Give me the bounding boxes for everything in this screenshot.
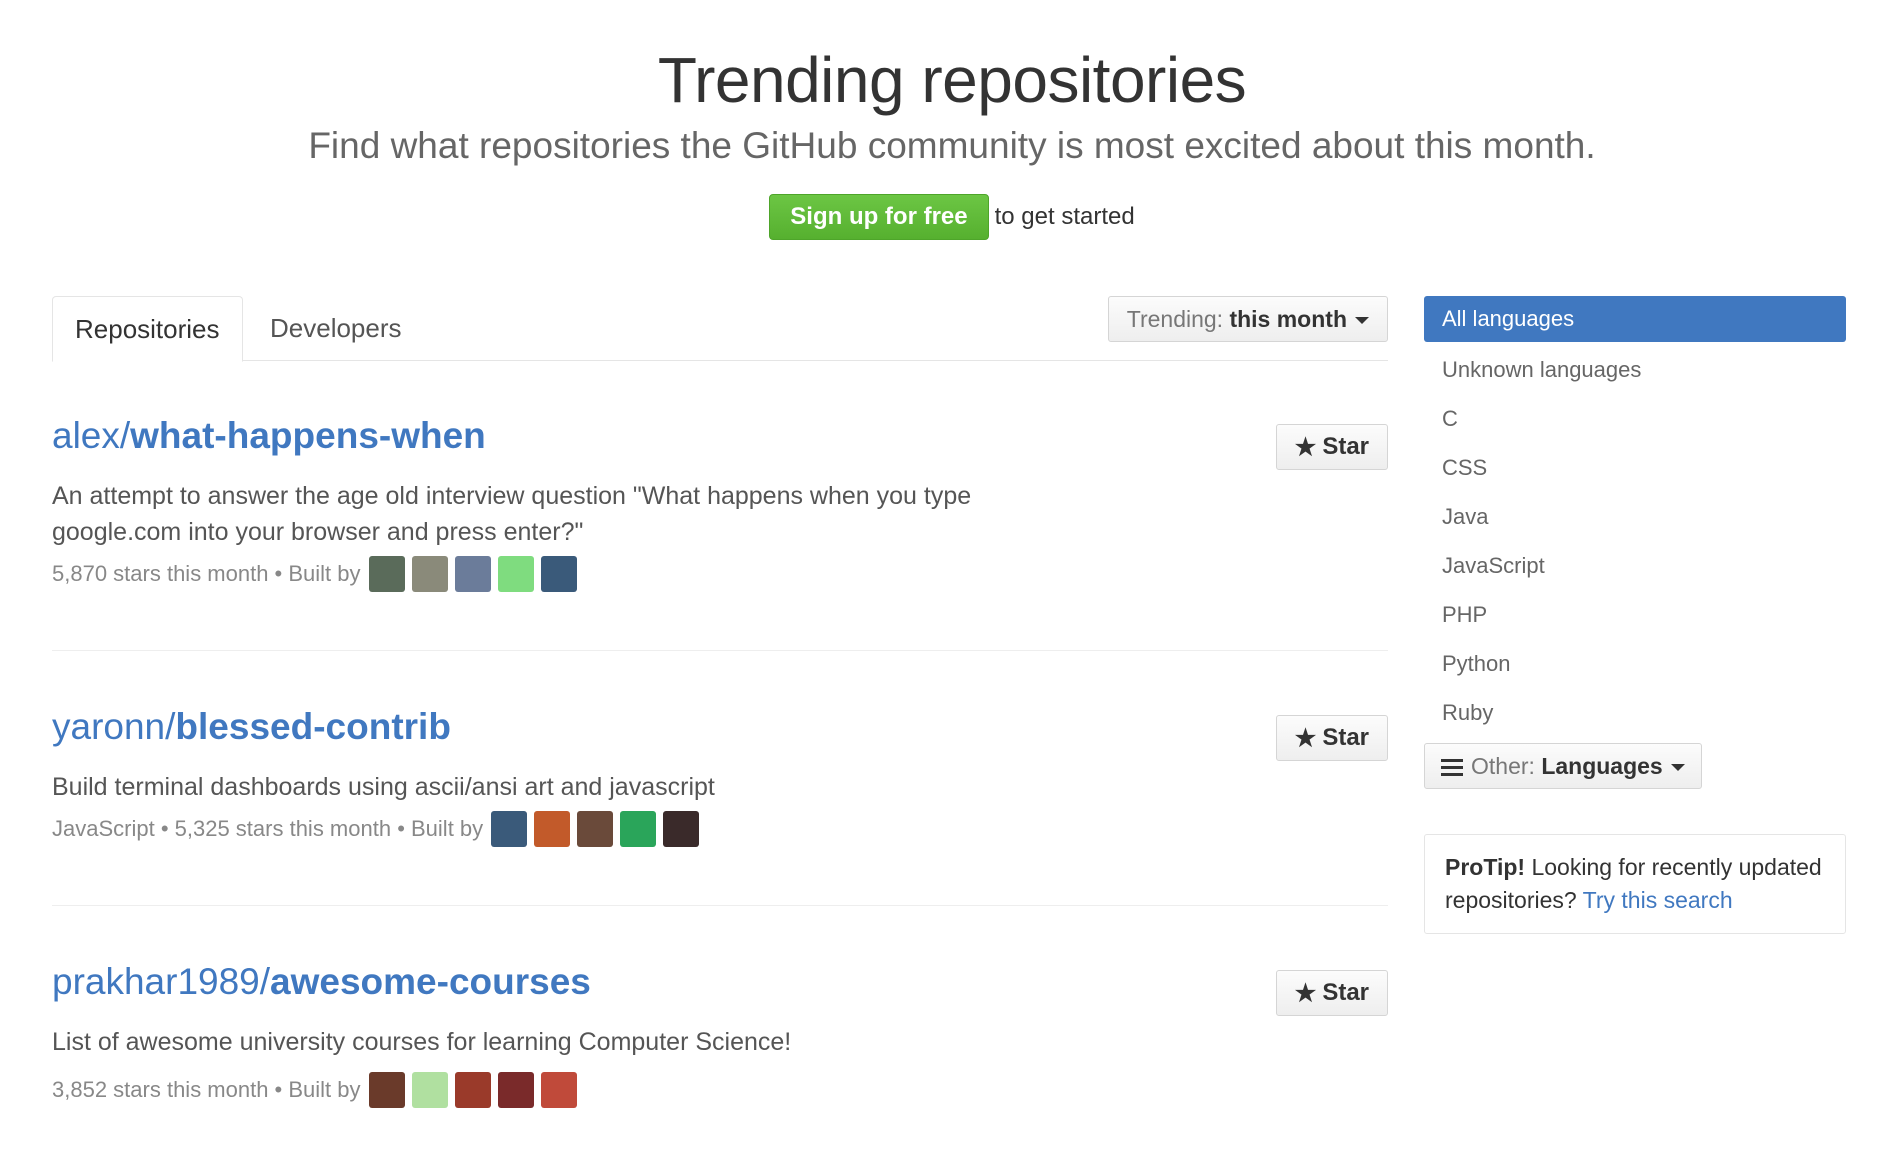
avatar[interactable]	[497, 556, 534, 592]
star-label: Star	[1322, 724, 1369, 751]
repo-name: blessed-contrib	[175, 706, 451, 747]
repo-description: An attempt to answer the age old intervi…	[52, 482, 972, 546]
language-item-css[interactable]: CSS	[1424, 443, 1846, 492]
signup-tail-text: to get started	[994, 202, 1135, 230]
repo-description: Build terminal dashboards using ascii/an…	[52, 773, 715, 801]
signup-button[interactable]: Sign up for free	[769, 193, 989, 240]
repo-list: alex/what-happens-when ★ Star An attempt …	[52, 360, 1388, 1156]
language-item-unknown[interactable]: Unknown languages	[1424, 345, 1846, 394]
caret-down-icon	[1355, 317, 1369, 325]
language-item-all[interactable]: All languages	[1424, 296, 1846, 342]
repo-meta-text: JavaScript • 5,325 stars this month • Bu…	[52, 816, 484, 841]
avatar[interactable]	[411, 1072, 448, 1108]
other-value: Languages	[1541, 753, 1663, 779]
trending-period-dropdown[interactable]: Trending: this month	[1107, 296, 1388, 342]
language-item-javascript[interactable]: JavaScript	[1424, 541, 1846, 590]
repo-meta-text: 5,870 stars this month • Built by	[52, 561, 361, 586]
protip-search-link[interactable]: Try this search	[1583, 887, 1733, 913]
avatar[interactable]	[454, 1072, 491, 1108]
tab-developers[interactable]: Developers	[248, 296, 424, 360]
repo-meta: 3,852 stars this month • Built by	[52, 1072, 584, 1108]
repo-item: yaronn/blessed-contrib ★ Star Build termi…	[52, 651, 1388, 906]
language-item-php[interactable]: PHP	[1424, 590, 1846, 639]
avatar[interactable]	[540, 556, 577, 592]
contributor-avatars	[368, 1072, 584, 1108]
avatar[interactable]	[577, 811, 614, 847]
repo-owner: yaronn/	[52, 706, 176, 747]
star-icon: ★	[1294, 434, 1317, 461]
star-icon: ★	[1294, 725, 1317, 752]
main-content: Repositories Developers Trending: this m…	[52, 296, 1388, 1108]
protip-label: ProTip!	[1445, 854, 1526, 880]
signup-row: Sign up for free to get started	[0, 192, 1904, 241]
avatar[interactable]	[663, 811, 700, 847]
contributor-avatars	[491, 811, 706, 847]
repo-link[interactable]: yaronn/blessed-contrib	[52, 705, 451, 749]
repo-link[interactable]: alex/what-happens-when	[52, 414, 486, 458]
language-item-java[interactable]: Java	[1424, 492, 1846, 541]
repo-name: what-happens-when	[130, 415, 486, 456]
language-item-python[interactable]: Python	[1424, 639, 1846, 688]
repo-meta: 5,870 stars this month • Built by	[52, 556, 584, 592]
star-button[interactable]: ★ Star	[1275, 970, 1388, 1016]
avatar[interactable]	[411, 556, 448, 592]
avatar[interactable]	[368, 1072, 405, 1108]
other-languages-dropdown[interactable]: Other: Languages	[1424, 743, 1702, 789]
language-list: All languages Unknown languages C CSS Ja…	[1424, 296, 1846, 737]
language-item-c[interactable]: C	[1424, 394, 1846, 443]
other-prefix: Other:	[1471, 753, 1535, 779]
avatar[interactable]	[497, 1072, 534, 1108]
tab-bar: Repositories Developers Trending: this m…	[52, 296, 1388, 362]
repo-item: alex/what-happens-when ★ Star An attempt …	[52, 360, 1388, 651]
avatar[interactable]	[368, 556, 405, 592]
repo-item: prakhar1989/awesome-courses ★ Star List o…	[52, 906, 1388, 1156]
caret-down-icon	[1670, 764, 1685, 772]
avatar[interactable]	[534, 811, 571, 847]
repo-owner: prakhar1989/	[52, 961, 271, 1002]
period-prefix: Trending:	[1126, 306, 1224, 332]
repo-meta-text: 3,852 stars this month • Built by	[52, 1077, 361, 1102]
star-label: Star	[1322, 979, 1369, 1006]
star-button[interactable]: ★ Star	[1275, 424, 1388, 470]
language-item-ruby[interactable]: Ruby	[1424, 688, 1846, 737]
list-icon	[1441, 758, 1463, 776]
repo-name: awesome-courses	[270, 961, 591, 1002]
repo-link[interactable]: prakhar1989/awesome-courses	[52, 960, 591, 1004]
star-icon: ★	[1294, 980, 1317, 1007]
period-value: this month	[1229, 306, 1347, 332]
language-sidebar: All languages Unknown languages C CSS Ja…	[1424, 296, 1846, 934]
avatar[interactable]	[491, 811, 528, 847]
avatar[interactable]	[620, 811, 657, 847]
star-label: Star	[1322, 433, 1369, 460]
repo-owner: alex/	[52, 415, 131, 456]
repo-description: List of awesome university courses for l…	[52, 1028, 792, 1056]
star-button[interactable]: ★ Star	[1275, 715, 1388, 761]
avatar[interactable]	[454, 556, 491, 592]
protip-box: ProTip! Looking for recently updated rep…	[1424, 834, 1846, 934]
tab-repositories[interactable]: Repositories	[52, 296, 243, 362]
page-subtitle: Find what repositories the GitHub commun…	[308, 125, 1596, 166]
contributor-avatars	[368, 556, 584, 592]
page-title: Trending repositories	[657, 44, 1247, 116]
avatar[interactable]	[540, 1072, 577, 1108]
repo-meta: JavaScript • 5,325 stars this month • Bu…	[52, 811, 706, 847]
